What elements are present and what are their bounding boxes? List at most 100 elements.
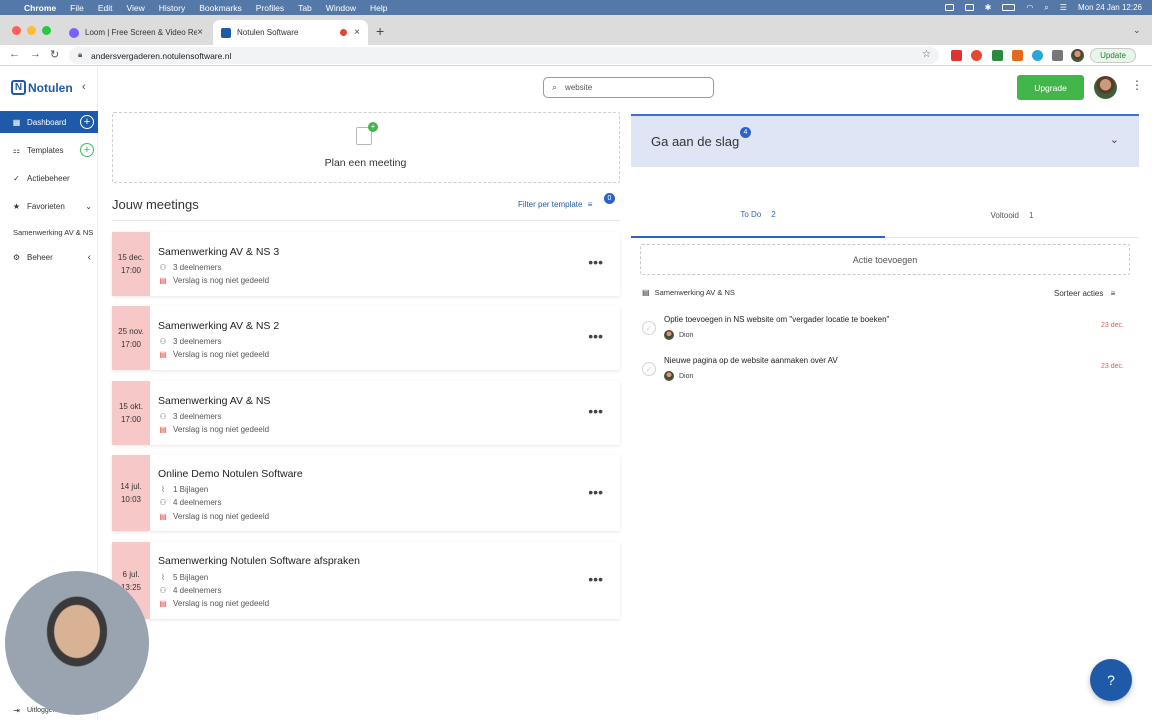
more-options-icon[interactable]: ••• — [588, 254, 603, 270]
menu-history[interactable]: History — [159, 3, 185, 13]
sidebar-item-favorite-meeting[interactable]: Samenwerking AV & NS — [0, 221, 98, 243]
status-icon[interactable] — [944, 4, 954, 11]
close-tab-icon[interactable]: × — [197, 27, 203, 38]
sidebar-item-dashboard[interactable]: ▦ Dashboard + — [0, 111, 98, 133]
date-day: 15 okt. — [118, 402, 143, 411]
add-action-button[interactable]: Actie toevoegen — [640, 244, 1130, 275]
wifi-icon[interactable]: ◠ — [1026, 3, 1033, 12]
meeting-card[interactable]: 15 okt. 17:00 Samenwerking AV & NS ⚇ 3 de… — [112, 381, 620, 445]
upgrade-button[interactable]: Upgrade — [1017, 75, 1084, 100]
sort-actions-button[interactable]: Sorteer acties ≡ — [1054, 289, 1115, 298]
add-meeting-icon[interactable]: + — [80, 115, 94, 129]
bluetooth-icon[interactable]: ✱ — [985, 3, 992, 12]
back-icon[interactable]: ← — [9, 48, 20, 60]
meeting-title[interactable]: Samenwerking AV & NS — [158, 395, 270, 407]
extension-icon[interactable] — [951, 50, 962, 61]
extension-icon[interactable] — [1012, 50, 1023, 61]
search-input[interactable]: ⌕ website — [543, 77, 714, 98]
menu-file[interactable]: File — [70, 3, 84, 13]
menu-edit[interactable]: Edit — [98, 3, 113, 13]
lock-icon[interactable]: 🔒︎ — [78, 50, 82, 60]
meeting-title[interactable]: Samenwerking Notulen Software afspraken — [158, 555, 360, 567]
search-value[interactable]: website — [565, 83, 592, 92]
complete-checkbox[interactable]: ✓ — [642, 321, 656, 335]
action-title[interactable]: Optie toevoegen in NS website om "vergad… — [664, 315, 889, 324]
menu-bookmarks[interactable]: Bookmarks — [199, 3, 242, 13]
close-window-icon[interactable] — [12, 26, 21, 35]
status-icon[interactable] — [964, 4, 974, 11]
chevron-down-icon[interactable]: ⌄ — [1110, 133, 1119, 146]
date-day: 14 jul. — [120, 482, 142, 491]
url-bar[interactable]: 🔒︎ andersvergaderen.notulensoftware.nl ☆ — [69, 47, 939, 64]
more-options-icon[interactable]: ••• — [588, 571, 603, 587]
more-options-icon[interactable]: ••• — [588, 328, 603, 344]
action-due-date: 23 dec. — [1101, 363, 1124, 370]
more-options-icon[interactable]: ••• — [588, 403, 603, 419]
sidebar-item-favorieten[interactable]: ★ Favorieten ⌄ — [0, 195, 98, 217]
minimize-window-icon[interactable] — [27, 26, 36, 35]
sidebar-item-actiebeheer[interactable]: ✓ Actiebeheer — [0, 167, 98, 189]
user-avatar[interactable] — [1094, 76, 1117, 99]
menu-window[interactable]: Window — [326, 3, 356, 13]
meeting-title[interactable]: Online Demo Notulen Software — [158, 468, 303, 480]
browser-tab-notulen[interactable]: Notulen Software × — [213, 20, 368, 45]
search-icon: ⌕ — [552, 82, 558, 92]
complete-checkbox[interactable]: ✓ — [642, 362, 656, 376]
more-vertical-icon[interactable]: ⋮ — [1131, 78, 1143, 92]
extension-icon[interactable] — [992, 50, 1003, 61]
filter-template-button[interactable]: Filter per template ≡ — [518, 200, 592, 209]
browser-tab-loom[interactable]: Loom | Free Screen & Video Re × — [61, 20, 211, 45]
close-tab-icon[interactable]: × — [354, 27, 360, 38]
menu-help[interactable]: Help — [370, 3, 387, 13]
meeting-card[interactable]: 25 nov. 17:00 Samenwerking AV & NS 2 ⚇ 3 … — [112, 306, 620, 370]
url-text[interactable]: andersvergaderen.notulensoftware.nl — [91, 51, 231, 61]
sidebar-item-templates[interactable]: ⚏ Templates + — [0, 139, 98, 161]
report-icon: ▤ — [159, 425, 167, 434]
meeting-title[interactable]: Samenwerking AV & NS 2 — [158, 320, 279, 332]
meeting-date: 15 dec. 17:00 — [112, 232, 150, 296]
chevron-left-icon[interactable]: ‹ — [88, 252, 91, 263]
reload-icon[interactable]: ↻ — [50, 48, 59, 61]
search-icon[interactable]: ⌕ — [1044, 3, 1048, 13]
group-label: Samenwerking AV & NS — [654, 288, 735, 297]
help-button[interactable]: ? — [1090, 659, 1132, 701]
people-icon: ⚇ — [159, 263, 167, 272]
puzzle-icon[interactable] — [1052, 50, 1063, 61]
getting-started-panel[interactable]: Ga aan de slag 4 ⌄ — [631, 114, 1139, 167]
meeting-title[interactable]: Samenwerking AV & NS 3 — [158, 246, 279, 258]
collapse-sidebar-icon[interactable]: ‹ — [82, 81, 86, 93]
battery-icon[interactable] — [1002, 4, 1016, 11]
maximize-window-icon[interactable] — [42, 26, 51, 35]
action-item[interactable]: ✓ Optie toevoegen in NS website om "verg… — [640, 310, 1130, 350]
meeting-card[interactable]: 15 dec. 17:00 Samenwerking AV & NS 3 ⚇ 3 … — [112, 232, 620, 296]
action-item[interactable]: ✓ Nieuwe pagina op de website aanmaken o… — [640, 351, 1130, 391]
menubar-clock[interactable]: Mon 24 Jan 12:26 — [1078, 3, 1142, 12]
report-icon: ▤ — [159, 276, 167, 285]
tab-voltooid[interactable]: Voltooid 1 — [885, 193, 1139, 238]
menu-view[interactable]: View — [126, 3, 144, 13]
menu-app[interactable]: Chrome — [24, 3, 56, 13]
forward-icon[interactable]: → — [30, 48, 41, 60]
meeting-card[interactable]: 14 jul. 10:03 Online Demo Notulen Softwa… — [112, 455, 620, 531]
sidebar-item-beheer[interactable]: ⚙ Beheer ‹ — [0, 246, 98, 268]
extension-icon[interactable] — [971, 50, 982, 61]
bookmark-star-icon[interactable]: ☆ — [922, 49, 931, 60]
plan-meeting-card[interactable]: + Plan een meeting — [112, 112, 620, 183]
add-template-icon[interactable]: + — [80, 143, 94, 157]
meeting-card[interactable]: 6 jul. 13:25 Samenwerking Notulen Softwa… — [112, 542, 620, 619]
brand-logo[interactable]: N Notulen — [11, 80, 73, 95]
tab-todo[interactable]: To Do 2 — [631, 193, 885, 238]
control-center-icon[interactable]: ☰ — [1060, 3, 1067, 12]
tab-count: 1 — [1029, 211, 1034, 220]
menu-profiles[interactable]: Profiles — [256, 3, 284, 13]
update-button[interactable]: Update — [1090, 48, 1136, 63]
extension-icon[interactable] — [1032, 50, 1043, 61]
profile-avatar[interactable] — [1071, 49, 1084, 62]
tab-search-icon[interactable]: ⌄ — [1133, 25, 1141, 36]
chevron-down-icon[interactable]: ⌄ — [85, 202, 92, 211]
new-tab-icon[interactable]: + — [376, 23, 384, 39]
sidebar-item-label: Beheer — [27, 252, 53, 262]
menu-tab[interactable]: Tab — [298, 3, 312, 13]
more-options-icon[interactable]: ••• — [588, 484, 603, 500]
action-title[interactable]: Nieuwe pagina op de website aanmaken ove… — [664, 356, 838, 365]
